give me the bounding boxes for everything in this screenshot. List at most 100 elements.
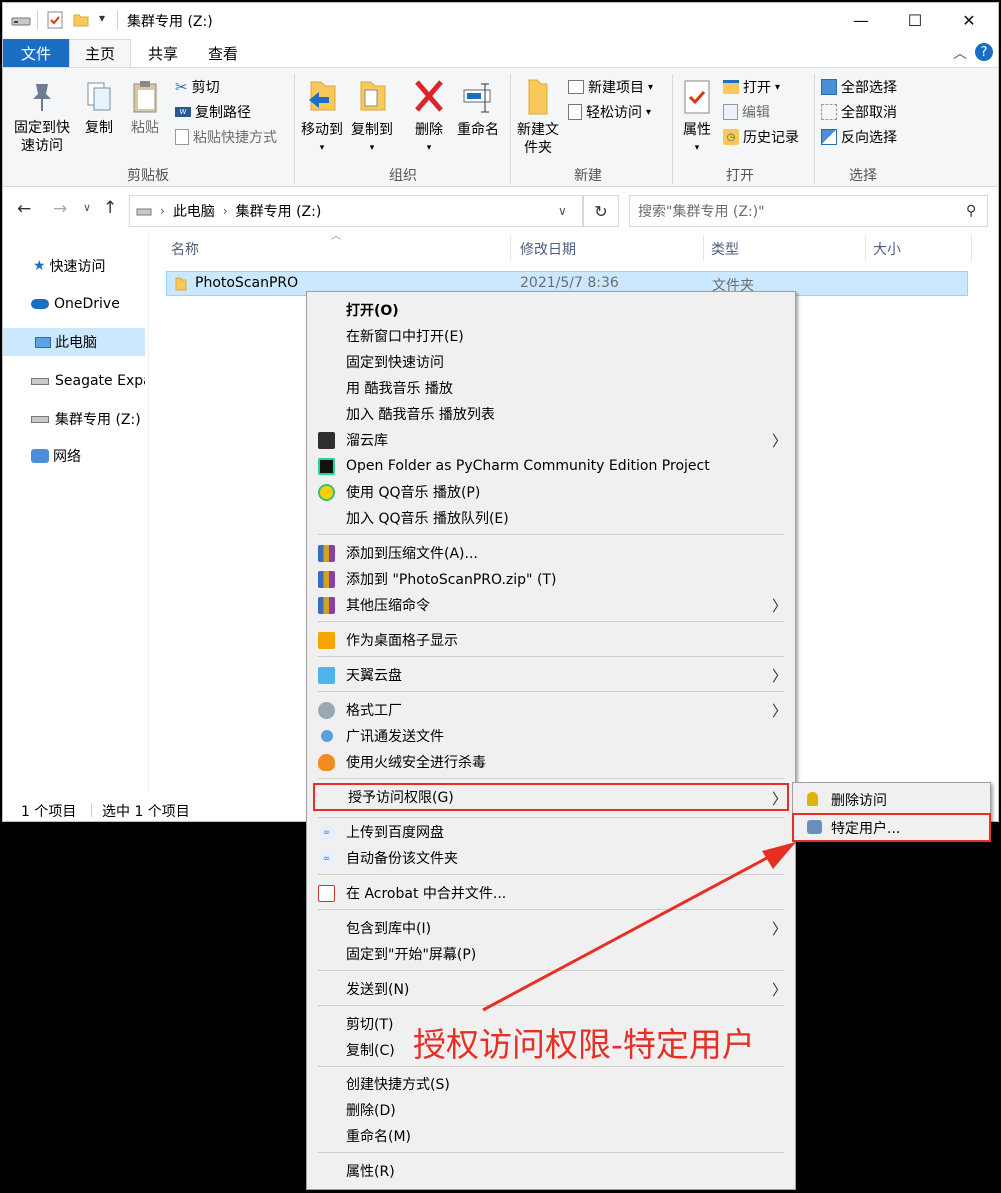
menu-item-label: 添加到压缩文件(A)...	[346, 546, 478, 562]
menu-item-qqmusic-queue[interactable]: 加入 QQ音乐 播放队列(E)	[307, 505, 795, 531]
nav-item-cluster-drive[interactable]: 集群专用 (Z:)	[3, 405, 145, 433]
select-none-button[interactable]: 全部取消	[821, 101, 897, 123]
menu-item-add-archive[interactable]: 添加到压缩文件(A)...	[307, 540, 795, 566]
ribbon-separator	[510, 74, 511, 184]
address-dropdown-icon[interactable]: ∨	[558, 204, 567, 218]
submenu-item-remove-access[interactable]: 删除访问	[793, 786, 990, 812]
new-folder-icon[interactable]	[73, 12, 89, 27]
quick-access-dropdown-icon[interactable]: ▾	[99, 11, 105, 25]
nav-item-seagate[interactable]: Seagate Expa	[3, 367, 145, 395]
history-button[interactable]: ◷ 历史记录	[723, 126, 799, 148]
menu-item-other-compress[interactable]: 其他压缩命令 〉	[307, 592, 795, 618]
move-to-button[interactable]: 移动到 ▾	[299, 78, 345, 157]
submenu-item-specific-users[interactable]: 特定用户...	[792, 813, 991, 842]
delete-button[interactable]: 删除 ▾	[407, 78, 451, 157]
tab-view[interactable]: 查看	[193, 39, 253, 67]
liuyunku-icon	[318, 432, 335, 449]
edit-button[interactable]: 编辑	[723, 101, 770, 123]
menu-item-qqmusic-play[interactable]: 使用 QQ音乐 播放(P)	[307, 479, 795, 505]
rename-button[interactable]: 重命名	[453, 78, 503, 139]
breadcrumb-chevron-icon[interactable]: ›	[223, 204, 228, 218]
menu-item-rename[interactable]: 重命名(M)	[307, 1123, 795, 1149]
history-label: 历史记录	[743, 130, 799, 146]
menu-item-pin-start[interactable]: 固定到"开始"屏幕(P)	[307, 941, 795, 967]
menu-item-label: 重命名(M)	[346, 1129, 412, 1145]
delete-dropdown-icon: ▾	[426, 143, 432, 153]
pin-quick-access-button[interactable]: 固定到快速访问	[9, 80, 75, 155]
copy-path-button[interactable]: W 复制路径	[175, 101, 251, 123]
copy-button[interactable]: 复制	[79, 80, 119, 137]
menu-item-send-to[interactable]: 发送到(N) 〉	[307, 976, 795, 1002]
menu-item-guangxuntong[interactable]: 广讯通发送文件	[307, 723, 795, 749]
up-arrow-icon[interactable]: ↑	[103, 198, 117, 218]
select-all-button[interactable]: 全部选择	[821, 76, 897, 98]
refresh-button[interactable]: ↻	[583, 195, 619, 227]
column-size[interactable]: 大小	[873, 239, 901, 259]
open-button[interactable]: 打开 ▾	[723, 76, 780, 98]
back-arrow-icon[interactable]: ←	[17, 199, 31, 219]
menu-item-kuwo-play[interactable]: 用 酷我音乐 播放	[307, 375, 795, 401]
easy-access-button[interactable]: 轻松访问 ▾	[568, 101, 651, 123]
column-modified[interactable]: 修改日期	[520, 239, 576, 259]
menu-item-delete[interactable]: 删除(D)	[307, 1097, 795, 1123]
search-box[interactable]: 搜索"集群专用 (Z:)" ⚲	[629, 195, 988, 227]
tab-file[interactable]: 文件	[3, 39, 69, 67]
baidu-netdisk-icon: ∞	[318, 824, 335, 841]
help-icon[interactable]: ?	[975, 43, 993, 61]
menu-item-tianyi-cloud[interactable]: 天翼云盘 〉	[307, 662, 795, 688]
menu-item-label: 属性(R)	[346, 1164, 395, 1180]
properties-label: 属性	[683, 122, 711, 138]
nav-item-this-pc[interactable]: 此电脑	[3, 328, 145, 356]
menu-item-format-factory[interactable]: 格式工厂 〉	[307, 697, 795, 723]
new-folder-button[interactable]: 新建文件夹	[513, 78, 563, 157]
forward-arrow-icon[interactable]: →	[53, 199, 67, 219]
paste-shortcut-button[interactable]: 粘贴快捷方式	[175, 126, 277, 148]
menu-item-label: 包含到库中(I)	[346, 921, 432, 937]
column-name[interactable]: 名称	[171, 239, 199, 259]
invert-selection-button[interactable]: 反向选择	[821, 126, 897, 148]
nav-item-quick-access[interactable]: ★ 快速访问	[3, 252, 145, 280]
tab-home[interactable]: 主页	[69, 39, 131, 67]
menu-item-open[interactable]: 打开(O)	[307, 297, 795, 323]
menu-item-properties[interactable]: 属性(R)	[307, 1158, 795, 1184]
menu-item-grant-access[interactable]: 授予访问权限(G) 〉	[313, 783, 789, 811]
paste-button[interactable]: 粘贴	[125, 80, 165, 137]
breadcrumb-chevron-icon[interactable]: ›	[160, 204, 165, 218]
cut-button[interactable]: ✂ 剪切	[175, 76, 220, 98]
menu-item-pin-quick-access[interactable]: 固定到快速访问	[307, 349, 795, 375]
menu-item-acrobat-merge[interactable]: 在 Acrobat 中合并文件...	[307, 880, 795, 906]
menu-item-huorong-scan[interactable]: 使用火绒安全进行杀毒	[307, 749, 795, 775]
new-item-button[interactable]: 新建项目 ▾	[568, 76, 653, 98]
address-bar[interactable]: › 此电脑 › 集群专用 (Z:) ∨	[129, 195, 583, 227]
nav-item-network[interactable]: 网络	[3, 442, 145, 470]
minimize-button[interactable]: —	[838, 3, 884, 37]
column-type[interactable]: 类型	[711, 239, 739, 259]
close-button[interactable]: ✕	[946, 3, 992, 37]
menu-item-baidu-upload[interactable]: ∞ 上传到百度网盘	[307, 819, 795, 845]
menu-item-auto-backup[interactable]: ∞ 自动备份该文件夹	[307, 845, 795, 871]
search-icon[interactable]: ⚲	[966, 203, 976, 219]
properties-icon[interactable]	[47, 11, 63, 29]
menu-item-add-zip[interactable]: 添加到 "PhotoScanPRO.zip" (T)	[307, 566, 795, 592]
search-input[interactable]: 搜索"集群专用 (Z:)"	[638, 201, 765, 221]
tab-share[interactable]: 共享	[133, 39, 193, 67]
properties-button[interactable]: 属性 ▾	[677, 78, 717, 157]
breadcrumb-current[interactable]: 集群专用 (Z:)	[236, 201, 322, 221]
menu-item-desktop-grid[interactable]: 作为桌面格子显示	[307, 627, 795, 653]
maximize-button[interactable]: ☐	[892, 3, 938, 37]
menu-item-liuyunku[interactable]: 溜云库 〉	[307, 427, 795, 453]
menu-item-create-shortcut[interactable]: 创建快捷方式(S)	[307, 1071, 795, 1097]
new-item-icon	[568, 80, 584, 94]
recent-locations-icon[interactable]: ∨	[83, 201, 91, 214]
menu-item-open-new-window[interactable]: 在新窗口中打开(E)	[307, 323, 795, 349]
nav-splitter[interactable]	[148, 233, 149, 793]
breadcrumb-this-pc[interactable]: 此电脑	[173, 201, 215, 221]
nav-item-onedrive[interactable]: OneDrive	[3, 290, 145, 318]
menu-item-pycharm[interactable]: Open Folder as PyCharm Community Edition…	[307, 453, 795, 479]
menu-item-include-library[interactable]: 包含到库中(I) 〉	[307, 915, 795, 941]
copy-to-button[interactable]: 复制到 ▾	[349, 78, 395, 157]
menu-item-kuwo-playlist[interactable]: 加入 酷我音乐 播放列表	[307, 401, 795, 427]
menu-item-label: 发送到(N)	[346, 982, 410, 998]
menu-item-label: 其他压缩命令	[346, 598, 430, 614]
collapse-ribbon-icon[interactable]: ︿	[953, 43, 967, 63]
